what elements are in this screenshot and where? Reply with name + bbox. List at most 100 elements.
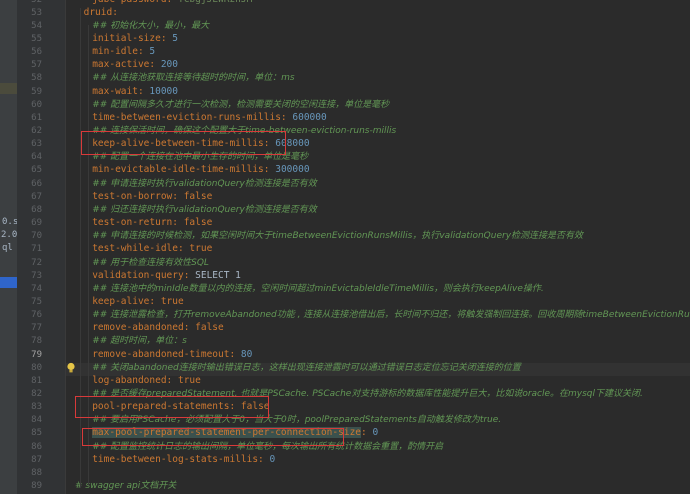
line-number: 86: [31, 441, 42, 452]
code-line[interactable]: keep-alive: true: [92, 295, 184, 308]
code-line[interactable]: druid:: [84, 6, 118, 19]
code-line[interactable]: max-wait: 10000: [92, 85, 178, 98]
code-line[interactable]: time-between-log-stats-millis: 0: [92, 453, 275, 466]
line-number: 65: [31, 165, 42, 176]
code-line[interactable]: time-between-eviction-runs-millis: 60000…: [92, 111, 327, 124]
code-line[interactable]: min-evictable-idle-time-millis: 300000: [92, 163, 309, 176]
line-number: 83: [31, 402, 42, 413]
line-number: 84: [31, 415, 42, 426]
code-token: 200: [160, 59, 178, 71]
code-token: druid:: [83, 6, 118, 18]
code-line[interactable]: ## 关闭abandoned连接时输出错误日志，这样出现连接泄露时可以通过错误日…: [92, 361, 521, 374]
code-comment: ## 申请连接的时候检测，如果空闲时间大于timeBetweenEviction…: [92, 231, 584, 242]
code-line[interactable]: ## 连接池中的minIdle数量以内的连接，空闲时间超过minEvictabl…: [92, 282, 544, 295]
line-number: 85: [31, 428, 42, 439]
code-token: 0: [269, 453, 276, 465]
code-line[interactable]: test-on-borrow: false: [92, 190, 212, 203]
code-line[interactable]: min-idle: 5: [92, 45, 155, 58]
code-token: 0: [372, 427, 379, 439]
code-comment: ## 用于检查连接有效性SQL: [92, 257, 209, 268]
line-number: 87: [31, 454, 42, 465]
line-number: 73: [31, 270, 42, 281]
code-token: min-idle:: [92, 46, 150, 58]
code-comment: ## 初始化大小，最小，最大: [92, 20, 210, 31]
code-area[interactable]: jdbc-password: YCbgjJLWRzhJM druid: ## 初始化…: [66, 0, 690, 494]
code-line[interactable]: test-on-return: false: [92, 216, 212, 229]
code-line[interactable]: initial-size: 5: [92, 32, 178, 45]
sidebar-file-item[interactable]: 0.sql: [2, 216, 17, 228]
code-line[interactable]: ## 超时时间，单位：s: [92, 334, 187, 347]
code-token: test-on-borrow:: [92, 190, 184, 202]
code-token: max-active:: [92, 59, 161, 71]
line-number: 89: [31, 481, 42, 492]
line-number: 68: [31, 204, 42, 215]
code-comment: ## 连接泄露检查，打开removeAbandoned功能 , 连接从连接池借出…: [92, 310, 690, 321]
code-token: false: [195, 322, 224, 334]
line-number: 70: [31, 231, 42, 242]
code-token: keep-alive:: [92, 295, 161, 307]
line-number: 80: [31, 362, 42, 373]
code-line[interactable]: ## 从连接池获取连接等待超时的时间，单位：ms: [92, 71, 294, 84]
sidebar-file-item[interactable]: 2.0.sq: [1, 229, 17, 241]
sidebar-file-item[interactable]: ql: [2, 242, 13, 254]
code-line[interactable]: log-abandoned: true: [92, 374, 201, 387]
code-line[interactable]: remove-abandoned-timeout: 80: [92, 348, 252, 361]
code-token: true: [177, 374, 201, 386]
code-token: 10000: [149, 85, 178, 97]
line-number: 79: [31, 349, 42, 360]
line-number: 64: [31, 152, 42, 163]
code-line[interactable]: remove-abandoned: false: [92, 321, 224, 334]
code-token: max-wait:: [92, 85, 150, 97]
code-comment: ## 申请连接时执行validationQuery检测连接是否有效: [92, 178, 317, 189]
highlight-box-keep-alive-between-time-millis: [81, 131, 286, 155]
line-number: 69: [31, 218, 42, 229]
code-line[interactable]: ## 连接泄露检查，打开removeAbandoned功能 , 连接从连接池借出…: [92, 308, 690, 321]
code-token: :: [361, 427, 373, 439]
line-number: 81: [31, 375, 42, 386]
code-token: jdbc-password:: [92, 0, 178, 5]
code-line[interactable]: test-while-idle: true: [92, 242, 212, 255]
line-number: 55: [31, 33, 42, 44]
code-line[interactable]: max-active: 200: [92, 58, 178, 71]
code-comment: ## 归还连接时执行validationQuery检测连接是否有效: [92, 204, 317, 215]
line-number: 58: [31, 73, 42, 84]
line-number: 62: [31, 126, 42, 136]
line-number: 67: [31, 191, 42, 202]
code-token: 600000: [292, 111, 327, 123]
code-comment: ## 超时时间，单位：s: [92, 336, 187, 347]
line-number: 53: [31, 7, 42, 18]
code-token: SELECT 1: [195, 269, 241, 281]
code-line[interactable]: ## 归还连接时执行validationQuery检测连接是否有效: [92, 203, 317, 216]
code-comment: ## 从连接池获取连接等待超时的时间，单位：ms: [92, 73, 295, 84]
code-line[interactable]: ## 配置间隔多久才进行一次检测，检测需要关闭的空闲连接，单位是毫秒: [92, 98, 389, 111]
line-number: 76: [31, 310, 42, 321]
code-token: test-while-idle:: [92, 243, 190, 255]
line-number: 60: [31, 99, 42, 110]
project-sidebar[interactable]: 0.sql 2.0.sq ql: [0, 0, 17, 494]
code-token: 5: [172, 32, 178, 44]
line-number: 59: [31, 86, 42, 97]
code-editor[interactable]: 0.sql 2.0.sq ql jdbc-password: YCbgjJLWR…: [0, 0, 690, 494]
code-token: true: [189, 243, 213, 255]
code-line[interactable]: ## 用于检查连接有效性SQL: [92, 256, 209, 269]
code-token: false: [183, 217, 213, 229]
code-token: 5: [149, 46, 156, 58]
code-comment: ## 配置间隔多久才进行一次检测，检测需要关闭的空闲连接，单位是毫秒: [92, 99, 390, 110]
line-number: 63: [31, 139, 42, 150]
code-line[interactable]: validation-query: SELECT 1: [92, 269, 241, 282]
line-number: 82: [31, 389, 42, 399]
code-line[interactable]: # swagger api文档开关: [75, 479, 176, 492]
line-number: 56: [31, 47, 42, 58]
line-number: 78: [31, 336, 42, 347]
code-token: initial-size:: [92, 32, 173, 44]
code-line[interactable]: ## 申请连接时执行validationQuery检测连接是否有效: [92, 177, 317, 190]
line-number: 71: [31, 244, 42, 255]
line-number: 74: [31, 283, 42, 294]
line-number: 52: [17, 0, 42, 7]
code-token: log-abandoned:: [92, 374, 178, 386]
code-token: test-on-return:: [92, 217, 184, 229]
code-line[interactable]: ## 初始化大小，最小，最大: [92, 19, 209, 32]
code-line[interactable]: ## 申请连接的时候检测，如果空闲时间大于timeBetweenEviction…: [92, 229, 583, 242]
line-number: 61: [31, 112, 42, 123]
code-token: validation-query:: [92, 269, 196, 281]
